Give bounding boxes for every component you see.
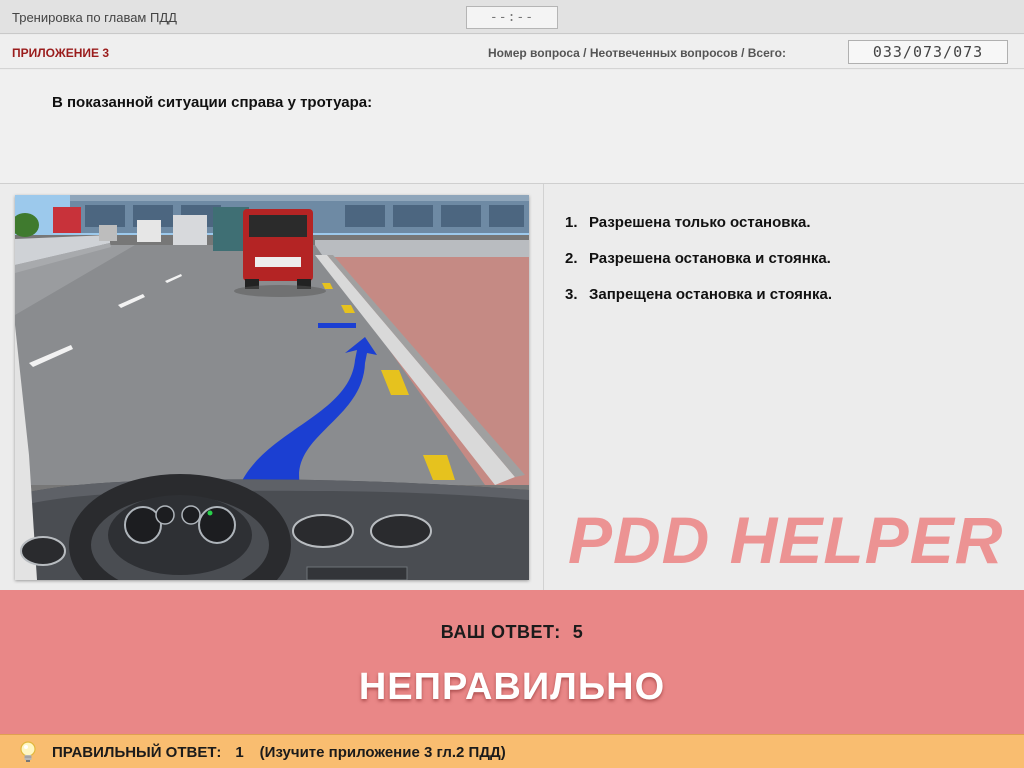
question-text: В показанной ситуации справа у тротуара:: [52, 94, 373, 111]
correct-answer: ПРАВИЛЬНЫЙ ОТВЕТ: 1 (Изучите приложение 3 …: [52, 744, 506, 761]
correct-answer-hint: (Изучите приложение 3 гл.2 ПДД): [259, 744, 506, 761]
lightbulb-icon: [18, 740, 38, 768]
verdict-text: НЕПРАВИЛЬНО: [358, 666, 666, 708]
answer-option-1[interactable]: 1. Разрешена только остановка.: [565, 214, 832, 231]
content-area: 1. Разрешена только остановка. 2. Разрешен…: [0, 184, 1024, 590]
watermark-logo: PDD HELPER: [568, 503, 1004, 577]
correct-answer-bar: ПРАВИЛЬНЫЙ ОТВЕТ: 1 (Изучите приложение 3 …: [0, 734, 1024, 768]
timer-display: --:--: [466, 6, 558, 29]
question-counter: 033/073/073: [848, 40, 1008, 64]
answer-option-2[interactable]: 2. Разрешена остановка и стоянка.: [565, 250, 832, 267]
correct-answer-value: 1: [235, 744, 244, 761]
result-panel: ВАШ ОТВЕТ: 5 НЕПРАВИЛЬНО: [0, 590, 1024, 734]
question-image: [15, 195, 529, 580]
info-bar: ПРИЛОЖЕНИЕ 3 Номер вопроса / Неотвеченны…: [0, 35, 1024, 69]
answer-option-3[interactable]: 3. Запрещена остановка и стоянка.: [565, 286, 832, 303]
answer-list: 1. Разрешена только остановка. 2. Разрешен…: [565, 214, 832, 322]
content-divider: [543, 184, 544, 590]
your-answer-value: 5: [572, 622, 584, 642]
question-counter-label: Номер вопроса / Неотвеченных вопросов / …: [488, 46, 786, 60]
your-answer: ВАШ ОТВЕТ: 5: [440, 622, 584, 642]
road-scene-illustration: [15, 195, 529, 580]
title-bar: Тренировка по главам ПДД --:--: [0, 0, 1024, 34]
appendix-label: ПРИЛОЖЕНИЕ 3: [12, 46, 110, 60]
question-panel: В показанной ситуации справа у тротуара:: [0, 70, 1024, 184]
window-title: Тренировка по главам ПДД: [12, 10, 177, 25]
